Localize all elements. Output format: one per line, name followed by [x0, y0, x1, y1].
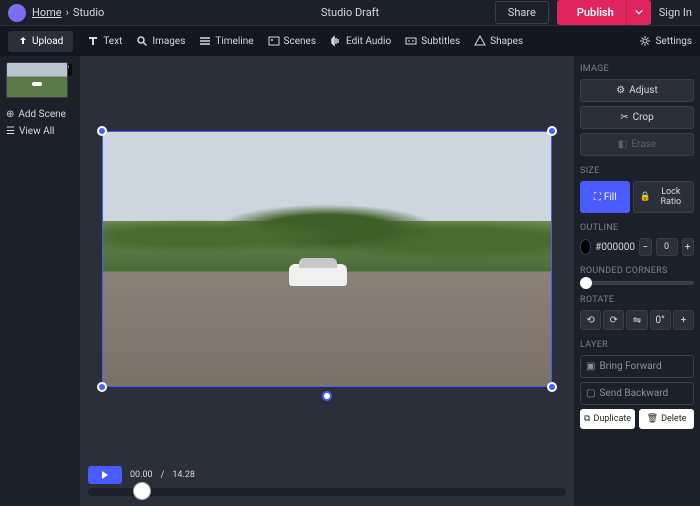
- upload-label: Upload: [32, 36, 63, 47]
- audio-icon: [330, 35, 342, 47]
- breadcrumb-home[interactable]: Home: [32, 6, 62, 19]
- expand-icon: ⛶: [594, 192, 601, 203]
- app-logo[interactable]: [8, 4, 26, 22]
- rounded-slider[interactable]: [580, 281, 694, 285]
- section-outline-label: OUTLINE: [580, 223, 694, 233]
- text-icon: [87, 35, 99, 47]
- resize-handle-tl[interactable]: [97, 126, 107, 136]
- tool-scenes[interactable]: Scenes: [268, 35, 316, 47]
- tool-subtitles[interactable]: Subtitles: [405, 35, 460, 47]
- shapes-icon: [474, 35, 486, 47]
- section-image-label: IMAGE: [580, 64, 694, 74]
- tool-shapes[interactable]: Shapes: [474, 35, 523, 47]
- crop-button[interactable]: ✂Crop: [580, 106, 694, 129]
- resize-handle-bl[interactable]: [97, 382, 107, 392]
- publish-dropdown[interactable]: [626, 0, 651, 25]
- resize-handle-br[interactable]: [547, 382, 557, 392]
- fill-button[interactable]: ⛶Fill: [580, 181, 630, 213]
- search-icon: [136, 35, 148, 47]
- view-all-button[interactable]: ☰View All: [6, 123, 74, 140]
- section-rounded-label: ROUNDED CORNERS: [580, 266, 694, 276]
- trash-icon: 🗑: [647, 414, 658, 424]
- share-button[interactable]: Share: [495, 1, 549, 24]
- breadcrumb-sep: ›: [66, 6, 69, 19]
- left-panel: 14s ⧉🗑 ⊕Add Scene ☰View All: [0, 56, 80, 506]
- list-icon: ☰: [6, 126, 15, 137]
- resize-handle-tr[interactable]: [547, 126, 557, 136]
- slider-thumb[interactable]: [580, 277, 592, 289]
- timeline-bar: 00.00 / 14.28: [80, 462, 574, 506]
- tool-text[interactable]: Text: [87, 35, 122, 47]
- breadcrumb-current: Studio: [73, 6, 104, 19]
- section-rotate-label: ROTATE: [580, 295, 694, 305]
- section-size-label: SIZE: [580, 166, 694, 176]
- top-bar: Home › Studio Studio Draft Share Publish…: [0, 0, 700, 26]
- crop-icon: ✂: [620, 112, 628, 123]
- playhead[interactable]: [133, 482, 151, 500]
- rotate-angle[interactable]: 0°: [650, 310, 671, 330]
- delete-button[interactable]: 🗑Delete: [639, 409, 694, 429]
- canvas-image: [102, 131, 552, 387]
- tool-audio[interactable]: Edit Audio: [330, 35, 391, 47]
- duplicate-button[interactable]: ⧉Duplicate: [580, 409, 635, 429]
- gear-icon: [639, 35, 651, 47]
- rotate-handle[interactable]: [322, 391, 332, 401]
- scene-thumbnail[interactable]: 14s ⧉🗑: [6, 62, 74, 98]
- backward-icon: ▢: [586, 388, 595, 399]
- outline-plus[interactable]: +: [682, 238, 694, 256]
- upload-button[interactable]: Upload: [8, 31, 73, 52]
- time-total: 14.28: [172, 470, 195, 480]
- section-layer-label: LAYER: [580, 340, 694, 350]
- bring-forward-button[interactable]: ▣Bring Forward: [580, 355, 694, 378]
- time-current: 00.00: [130, 470, 153, 480]
- outline-color-value: #000000: [595, 242, 635, 253]
- rotate-ccw[interactable]: ⟲: [580, 310, 601, 330]
- canvas-area[interactable]: 00.00 / 14.28: [80, 56, 574, 506]
- upload-icon: [18, 36, 28, 46]
- timeline-track[interactable]: [88, 488, 566, 496]
- sliders-icon: ⚙: [616, 85, 625, 96]
- scenes-icon: [268, 35, 280, 47]
- add-scene-button[interactable]: ⊕Add Scene: [6, 106, 74, 123]
- erase-icon: ◧: [618, 139, 627, 150]
- settings-button[interactable]: Settings: [639, 35, 692, 47]
- erase-button[interactable]: ◧Erase: [580, 133, 694, 156]
- tool-timeline[interactable]: Timeline: [199, 35, 253, 47]
- subtitles-icon: [405, 35, 417, 47]
- duplicate-icon: ⧉: [584, 414, 590, 424]
- plus-icon: ⊕: [6, 109, 14, 120]
- publish-button[interactable]: Publish: [557, 0, 634, 25]
- lock-ratio-button[interactable]: 🔒Lock Ratio: [633, 181, 694, 213]
- outline-minus[interactable]: −: [639, 238, 651, 256]
- selected-image[interactable]: [102, 131, 552, 387]
- outline-color-swatch[interactable]: [580, 239, 591, 255]
- play-button[interactable]: [88, 466, 122, 484]
- flip-button[interactable]: ⇋: [626, 310, 647, 330]
- time-sep: /: [161, 470, 165, 480]
- forward-icon: ▣: [586, 361, 595, 372]
- signin-link[interactable]: Sign In: [659, 6, 692, 19]
- timeline-icon: [199, 35, 211, 47]
- adjust-button[interactable]: ⚙Adjust: [580, 79, 694, 102]
- lock-icon: 🔒: [639, 192, 650, 202]
- send-backward-button[interactable]: ▢Send Backward: [580, 382, 694, 405]
- toolbar: Upload Text Images Timeline Scenes Edit …: [0, 26, 700, 56]
- tool-images[interactable]: Images: [136, 35, 185, 47]
- rotate-add[interactable]: +: [673, 310, 694, 330]
- outline-width-input[interactable]: [656, 238, 678, 256]
- rotate-cw[interactable]: ⟳: [603, 310, 624, 330]
- project-title[interactable]: Studio Draft: [321, 6, 379, 19]
- properties-panel: IMAGE ⚙Adjust ✂Crop ◧Erase SIZE ⛶Fill 🔒L…: [574, 56, 700, 506]
- thumb-image: [6, 62, 68, 98]
- breadcrumb: Home › Studio: [32, 6, 104, 19]
